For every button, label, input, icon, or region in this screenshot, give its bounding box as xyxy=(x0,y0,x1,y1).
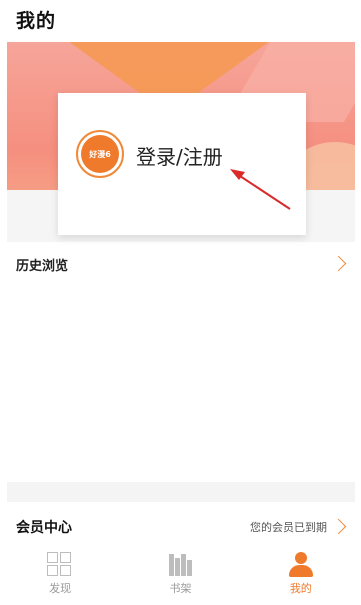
tab-bookshelf[interactable]: 书架 xyxy=(120,548,240,605)
page-title: 我的 xyxy=(16,10,57,32)
tab-label: 发现 xyxy=(49,582,72,595)
member-center-row[interactable]: 会员中心 您的会员已到期 xyxy=(0,510,361,544)
bookshelf-icon xyxy=(167,552,193,578)
user-icon xyxy=(288,552,314,578)
history-browse-label: 历史浏览 xyxy=(16,258,69,274)
tab-label: 我的 xyxy=(289,582,312,595)
app-logo-avatar[interactable]: 好漫6 xyxy=(76,130,124,178)
history-browse-row[interactable]: 历史浏览 xyxy=(0,248,361,280)
login-card[interactable]: 好漫6 登录/注册 xyxy=(58,93,306,235)
bottom-tab-bar: 发现 书架 我的 xyxy=(0,548,361,605)
app-logo-icon: 好漫6 xyxy=(81,135,119,173)
member-status-text: 您的会员已到期 xyxy=(250,521,327,534)
member-center-label: 会员中心 xyxy=(16,520,72,536)
grid-icon xyxy=(47,552,73,578)
chevron-right-icon xyxy=(335,255,345,273)
tab-mine[interactable]: 我的 xyxy=(241,548,361,605)
header: 我的 xyxy=(0,0,361,40)
tab-label: 书架 xyxy=(169,582,192,595)
tab-discover[interactable]: 发现 xyxy=(0,548,120,605)
chevron-right-icon xyxy=(335,518,345,536)
login-register-link[interactable]: 登录/注册 xyxy=(136,141,223,170)
section-divider xyxy=(7,482,355,502)
